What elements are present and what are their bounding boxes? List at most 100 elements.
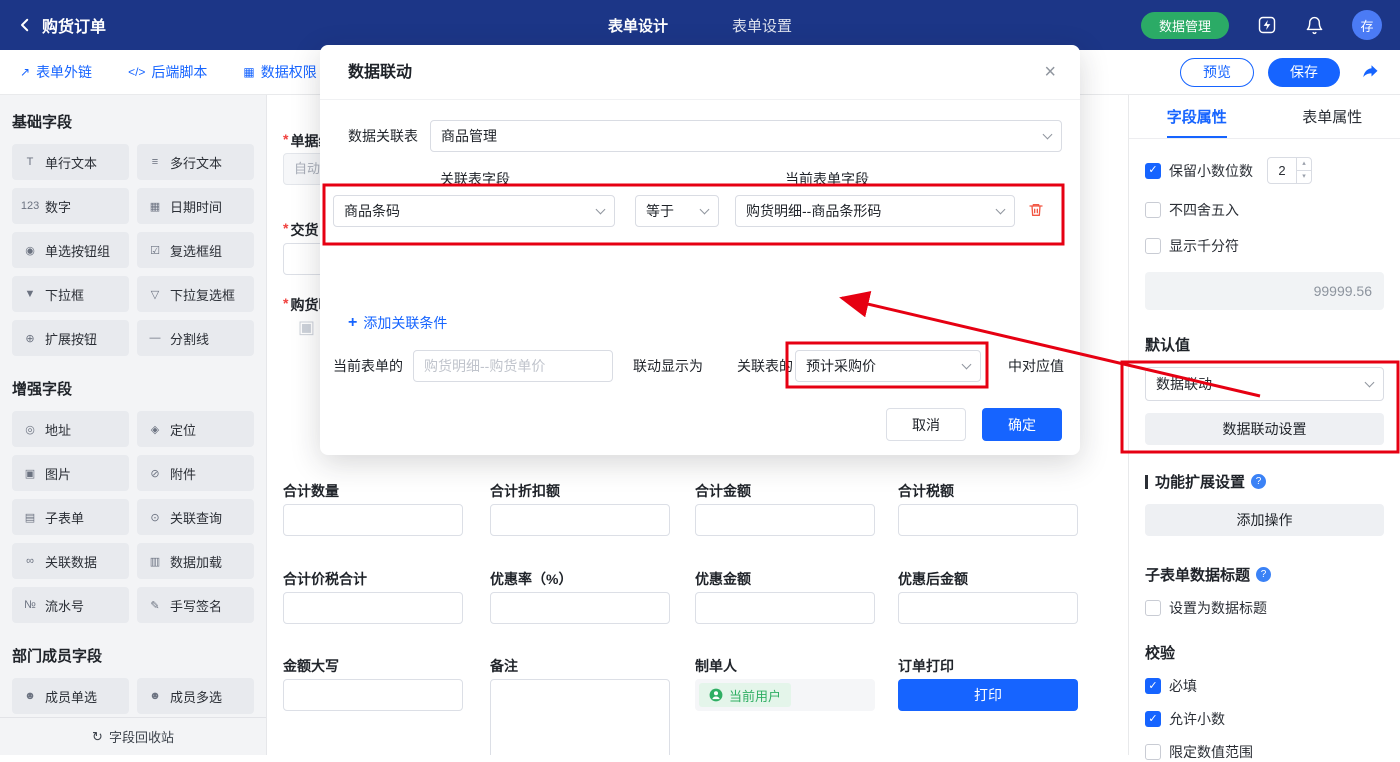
sidebar-item-relation-query[interactable]: ⊙关联查询 [137, 499, 254, 535]
data-manage-button[interactable]: 数据管理 [1141, 12, 1229, 39]
back-icon[interactable] [16, 16, 34, 34]
sidebar-item-extend-button[interactable]: ⊕扩展按钮 [12, 320, 129, 356]
sidebar-item-signature[interactable]: ✎手写签名 [137, 587, 254, 623]
bell-icon[interactable] [1305, 16, 1324, 35]
data-permission-link[interactable]: ▦ 数据权限 [243, 62, 316, 82]
range-limit-checkbox[interactable] [1145, 744, 1161, 760]
sidebar-item-datetime[interactable]: ▦日期时间 [137, 188, 254, 224]
close-icon[interactable]: × [1044, 45, 1056, 100]
sum-discount-input[interactable] [490, 504, 670, 536]
related-table-prefix: 关联表的 [737, 350, 793, 382]
condition-target-select[interactable]: 购货明细--商品条形码 [735, 195, 1015, 227]
data-linkage-settings-button[interactable]: 数据联动设置 [1145, 413, 1384, 445]
data-title-checkbox[interactable] [1145, 600, 1161, 616]
sidebar-item-serial-number[interactable]: №流水号 [12, 587, 129, 623]
backend-script-link[interactable]: </> 后端脚本 [128, 62, 207, 82]
thousand-sep-checkbox[interactable] [1145, 238, 1161, 254]
delete-condition-icon[interactable] [1028, 201, 1044, 219]
page-title: 购货订单 [42, 13, 106, 37]
stepper-down-icon[interactable]: ▾ [1297, 171, 1311, 183]
member-field-grid: ☻成员单选 ☻成员多选 [12, 678, 254, 714]
sidebar-item-multi-dropdown[interactable]: ▽下拉复选框 [137, 276, 254, 312]
sum-tax-input[interactable] [898, 504, 1078, 536]
current-user-label: 当前用户 [729, 686, 781, 705]
current-field-input[interactable] [413, 350, 613, 382]
related-field-select[interactable]: 预计采购价 [795, 350, 981, 382]
form-external-link[interactable]: ↗ 表单外链 [20, 62, 92, 82]
field-label: 成员单选 [45, 687, 97, 706]
sidebar-item-member-multi[interactable]: ☻成员多选 [137, 678, 254, 714]
toolbar-actions: 预览 保存 [1180, 58, 1380, 87]
discount-rate-input[interactable] [490, 592, 670, 624]
field-label: 优惠率（%） [490, 569, 572, 589]
topbar-actions: 数据管理 存 [1141, 10, 1400, 40]
confirm-button[interactable]: 确定 [982, 408, 1062, 441]
add-condition-link[interactable]: + 添加关联条件 [348, 313, 447, 333]
condition-field-select[interactable]: 商品条码 [333, 195, 615, 227]
topbar: 购货订单 表单设计 表单设置 数据管理 存 [0, 0, 1400, 50]
remark-textarea[interactable] [490, 679, 670, 755]
preview-button[interactable]: 预览 [1180, 58, 1254, 87]
avatar[interactable]: 存 [1352, 10, 1382, 40]
no-round-row: 不四舍五入 [1145, 200, 1384, 220]
tab-form-design[interactable]: 表单设计 [608, 15, 668, 36]
amount-words-input[interactable] [283, 679, 463, 711]
sidebar-item-divider[interactable]: —分割线 [137, 320, 254, 356]
sidebar-item-relation-data[interactable]: ∞关联数据 [12, 543, 129, 579]
external-link-icon: ↗ [20, 65, 30, 79]
condition-operator-select[interactable]: 等于 [635, 195, 719, 227]
sidebar-item-data-load[interactable]: ▥数据加载 [137, 543, 254, 579]
discount-amount-input[interactable] [695, 592, 875, 624]
default-value-select[interactable]: 数据联动 [1145, 367, 1384, 401]
sidebar-item-member-single[interactable]: ☻成员单选 [12, 678, 129, 714]
check-icon: ✓ [1148, 714, 1157, 725]
bolt-icon[interactable] [1257, 15, 1277, 35]
tab-field-properties[interactable]: 字段属性 [1129, 95, 1265, 138]
amount-words-label: 金额大写 [283, 656, 339, 676]
subform-title: 子表单数据标题 [1145, 564, 1250, 585]
cancel-button[interactable]: 取消 [886, 408, 966, 441]
field-type-icon: ✎ [146, 599, 164, 612]
sidebar-item-checkbox-group[interactable]: ☑复选框组 [137, 232, 254, 268]
decimal-stepper[interactable]: 2 ▴ ▾ [1267, 157, 1312, 184]
creator-field[interactable]: 当前用户 [695, 679, 875, 711]
share-icon[interactable] [1360, 63, 1380, 81]
no-round-checkbox[interactable] [1145, 202, 1161, 218]
sidebar-item-subform[interactable]: ▤子表单 [12, 499, 129, 535]
sidebar-item-image[interactable]: ▣图片 [12, 455, 129, 491]
help-icon[interactable]: ? [1256, 567, 1271, 582]
keep-decimals-checkbox[interactable]: ✓ [1145, 163, 1161, 179]
chevron-down-icon [700, 204, 710, 214]
sidebar-item-address[interactable]: ◎地址 [12, 411, 129, 447]
sum-amount-input[interactable] [695, 504, 875, 536]
field-label: 优惠金额 [695, 569, 751, 589]
sidebar-item-dropdown[interactable]: ▼下拉框 [12, 276, 129, 312]
allow-decimal-checkbox[interactable]: ✓ [1145, 711, 1161, 727]
stepper-up-icon[interactable]: ▴ [1297, 158, 1311, 171]
tab-form-settings[interactable]: 表单设置 [732, 15, 792, 36]
sidebar-item-radio-group[interactable]: ◉单选按钮组 [12, 232, 129, 268]
field-recycle-bin[interactable]: ↻ 字段回收站 [0, 717, 266, 755]
sum-qty-input[interactable] [283, 504, 463, 536]
after-discount-input[interactable] [898, 592, 1078, 624]
sidebar-item-single-line-text[interactable]: T单行文本 [12, 144, 129, 180]
tab-form-properties[interactable]: 表单属性 [1265, 95, 1400, 138]
add-action-button[interactable]: 添加操作 [1145, 504, 1384, 536]
person-icon [709, 688, 723, 702]
sidebar-item-location[interactable]: ◈定位 [137, 411, 254, 447]
save-button[interactable]: 保存 [1268, 58, 1340, 87]
field-label: 优惠后金额 [898, 569, 968, 589]
relation-table-select[interactable]: 商品管理 [430, 120, 1062, 152]
sidebar-item-number[interactable]: 123数字 [12, 188, 129, 224]
print-button[interactable]: 打印 [898, 679, 1078, 711]
required-label: 必填 [1169, 676, 1197, 696]
help-icon[interactable]: ? [1251, 474, 1266, 489]
sum-total-input[interactable] [283, 592, 463, 624]
panel-body: ✓ 保留小数位数 2 ▴ ▾ 不四舍五入 显示千分符 99999.56 默认值 … [1129, 139, 1400, 762]
field-label: 子表单 [45, 508, 84, 527]
field-type-icon: ◎ [21, 423, 39, 436]
select-value: 数据联动 [1156, 374, 1212, 394]
sidebar-item-attachment[interactable]: ⊘附件 [137, 455, 254, 491]
sidebar-item-multi-line-text[interactable]: ≡多行文本 [137, 144, 254, 180]
required-checkbox[interactable]: ✓ [1145, 678, 1161, 694]
